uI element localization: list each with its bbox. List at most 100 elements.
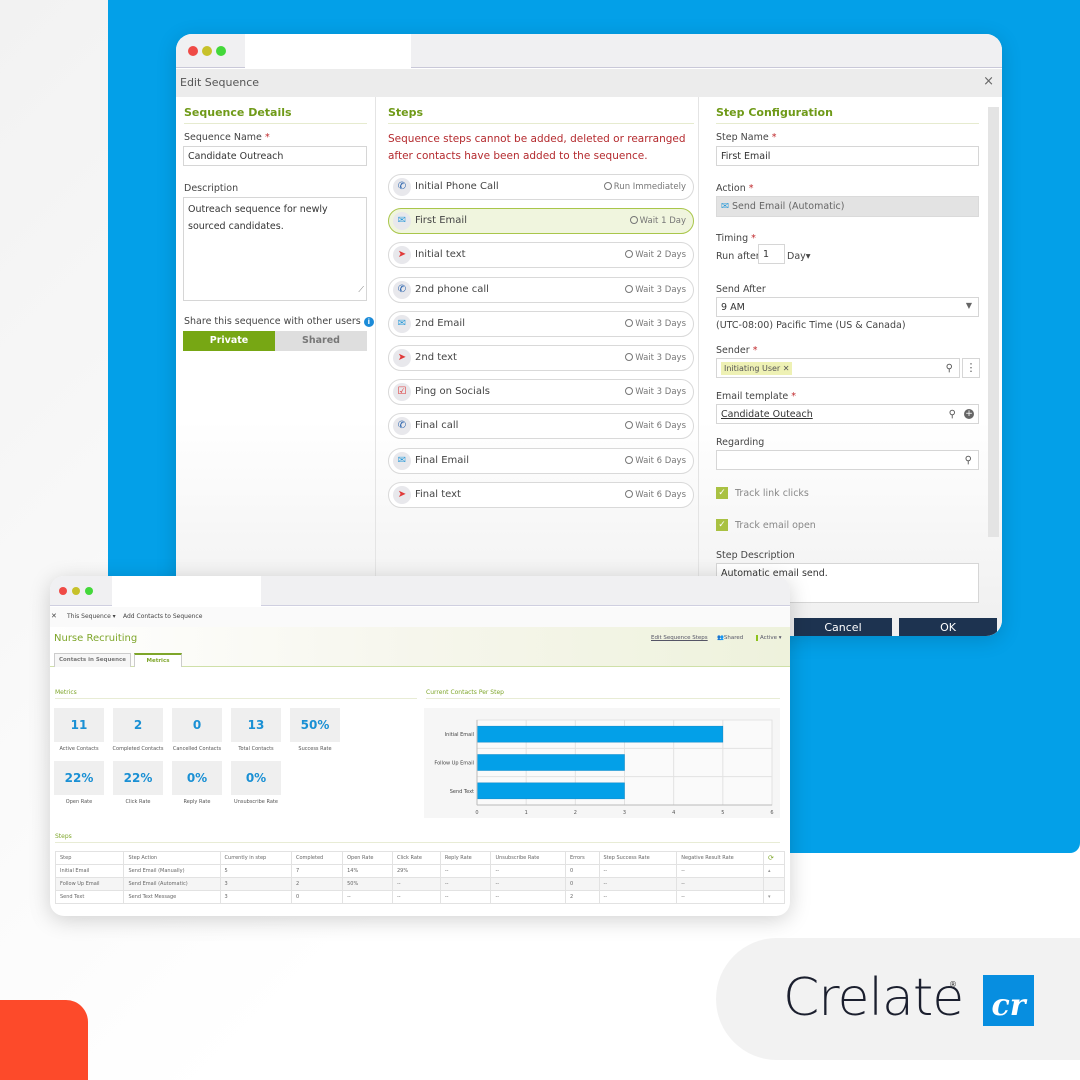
- window-close-dot[interactable]: [188, 46, 198, 56]
- email-template-link[interactable]: Candidate Outeach: [721, 409, 813, 420]
- step-item[interactable]: ➤ Initial text Wait 2 Days: [388, 242, 694, 269]
- clock-icon: [603, 182, 612, 190]
- column-header[interactable]: Errors: [564, 851, 600, 865]
- column-header[interactable]: Currently in step: [219, 851, 292, 865]
- cancel-button[interactable]: Cancel: [794, 618, 892, 636]
- paper-plane-icon: ➤: [393, 485, 411, 504]
- column-header[interactable]: Negative Result Rate: [676, 851, 764, 865]
- sequence-name-input[interactable]: Candidate Outreach: [183, 146, 367, 166]
- x-tick-label: 0: [475, 810, 478, 816]
- table-row[interactable]: Initial Email Send Email (Manually) 5 7 14% 2…: [54, 864, 786, 878]
- column-header[interactable]: Open Rate: [342, 851, 393, 865]
- add-contacts-button[interactable]: Add Contacts to Sequence: [123, 613, 202, 620]
- email-template-input[interactable]: Candidate Outeach ⚲ +: [716, 404, 979, 424]
- close-icon[interactable]: ×: [983, 74, 994, 89]
- status-dropdown[interactable]: Active ▾: [756, 635, 782, 641]
- window-minimize-dot[interactable]: [72, 587, 80, 595]
- label-text: Action: [716, 183, 746, 194]
- add-template-icon[interactable]: +: [964, 409, 974, 419]
- description-textarea[interactable]: Outreach sequence for newly sourced cand…: [183, 197, 367, 301]
- track-link-clicks-checkbox[interactable]: ✓: [716, 487, 728, 499]
- shared-status[interactable]: 👥Shared: [717, 635, 743, 641]
- step-item[interactable]: ✆ Initial Phone Call Run Immediately: [388, 174, 694, 200]
- info-icon[interactable]: i: [363, 316, 374, 327]
- resize-handle-icon[interactable]: ⟋: [358, 281, 364, 298]
- phone-icon: ✆: [393, 178, 411, 196]
- table-cell: --: [490, 877, 566, 891]
- sender-input[interactable]: Initiating User ✕ ⚲: [716, 358, 960, 378]
- search-icon[interactable]: ⚲: [946, 363, 953, 374]
- x-tick-label: 4: [672, 810, 675, 816]
- run-after-unit-dropdown[interactable]: Day▾: [787, 251, 811, 262]
- browser-tab[interactable]: [245, 34, 411, 68]
- scroll-arrow[interactable]: ▴: [762, 864, 786, 878]
- remove-chip-icon[interactable]: ✕: [783, 364, 790, 373]
- scroll-arrow[interactable]: [762, 877, 786, 891]
- step-name: Final text: [415, 488, 461, 500]
- step-item[interactable]: ✉ First Email Wait 1 Day: [388, 208, 694, 235]
- column-header[interactable]: Completed: [290, 851, 344, 865]
- table-cell: 0: [290, 890, 344, 904]
- window-maximize-dot[interactable]: [216, 46, 226, 56]
- send-after-select[interactable]: 9 AM ▼: [716, 297, 979, 317]
- table-cell: --: [598, 877, 678, 891]
- label-text: Sequence Name: [184, 132, 262, 143]
- table-cell: --: [342, 890, 393, 904]
- timing-text: Wait 3 Days: [635, 284, 686, 295]
- step-configuration-panel: Step Configuration Step Name * First Ema…: [700, 97, 1002, 636]
- regarding-input[interactable]: ⚲: [716, 450, 979, 470]
- close-icon[interactable]: ✕: [51, 612, 57, 620]
- window-close-dot[interactable]: [59, 587, 67, 595]
- metric-tile-value: 2: [113, 708, 163, 742]
- table-cell: 5: [219, 864, 292, 878]
- timing-text: Wait 1 Day: [639, 216, 686, 227]
- this-sequence-dropdown[interactable]: This Sequence ▾: [67, 613, 116, 620]
- column-header[interactable]: Reply Rate: [439, 851, 492, 865]
- refresh-icon[interactable]: ⟳: [762, 851, 786, 865]
- action-label: Action *: [716, 183, 754, 194]
- x-tick-label: 2: [574, 810, 577, 816]
- step-item[interactable]: ➤ Final text Wait 6 Days: [388, 481, 694, 508]
- phone-icon: ✆: [393, 417, 411, 436]
- share-shared-toggle[interactable]: Shared: [275, 331, 367, 351]
- share-private-toggle[interactable]: Private: [183, 331, 275, 351]
- step-item[interactable]: ✉ Final Email Wait 6 Days: [388, 447, 694, 474]
- column-header[interactable]: Step Success Rate: [598, 851, 678, 865]
- edit-sequence-steps-link[interactable]: Edit Sequence Steps: [651, 635, 708, 641]
- step-item[interactable]: ✆ 2nd phone call Wait 3 Days: [388, 276, 694, 303]
- window-minimize-dot[interactable]: [202, 46, 212, 56]
- clock-icon: [625, 353, 634, 361]
- step-item[interactable]: ➤ 2nd text Wait 3 Days: [388, 345, 694, 371]
- scroll-arrow[interactable]: ▾: [762, 890, 786, 904]
- column-header[interactable]: Step: [54, 851, 125, 865]
- tab-metrics[interactable]: Metrics: [134, 653, 182, 667]
- step-item[interactable]: ☑ Ping on Socials Wait 3 Days: [388, 379, 694, 406]
- column-header[interactable]: Click Rate: [391, 851, 441, 865]
- browser-tab[interactable]: [112, 576, 261, 606]
- steps-panel: Steps Sequence steps cannot be added, de…: [377, 97, 699, 636]
- table-cell: --: [391, 890, 441, 904]
- required-marker: *: [264, 132, 270, 143]
- step-name-input[interactable]: First Email: [716, 146, 979, 166]
- table-row[interactable]: Follow Up Email Send Email (Automatic) 3 2 5…: [54, 877, 786, 891]
- step-timing: Wait 3 Days: [625, 387, 686, 397]
- column-header[interactable]: Step Action: [123, 851, 221, 865]
- window-maximize-dot[interactable]: [85, 587, 93, 595]
- share-label: Share this sequence with other users i: [184, 316, 374, 327]
- dialog-title: Edit Sequence: [180, 76, 260, 89]
- dialog-body: Sequence Details Sequence Name * Candida…: [176, 97, 1002, 636]
- more-options-button[interactable]: ⋮: [962, 358, 980, 378]
- track-email-open-checkbox[interactable]: ✓: [716, 519, 728, 531]
- edit-sequence-window: Edit Sequence × Sequence Details Sequenc…: [176, 34, 1002, 636]
- timezone-text: (UTC-08:00) Pacific Time (US & Canada): [716, 320, 906, 331]
- tab-contacts-in-sequence[interactable]: Contacts in Sequence: [54, 653, 131, 667]
- ok-button[interactable]: OK: [899, 618, 997, 636]
- table-row[interactable]: Send Text Send Text Message 3 0 -- -- -- -- 2 -- -…: [54, 890, 786, 904]
- column-header[interactable]: Unsubscribe Rate: [490, 851, 566, 865]
- run-after-input[interactable]: 1: [758, 244, 785, 264]
- search-icon[interactable]: ⚲: [965, 455, 972, 466]
- step-item[interactable]: ✆ Final call Wait 6 Days: [388, 413, 694, 440]
- scrollbar[interactable]: [988, 107, 999, 537]
- search-icon[interactable]: ⚲: [949, 409, 956, 420]
- step-item[interactable]: ✉ 2nd Email Wait 3 Days: [388, 310, 694, 337]
